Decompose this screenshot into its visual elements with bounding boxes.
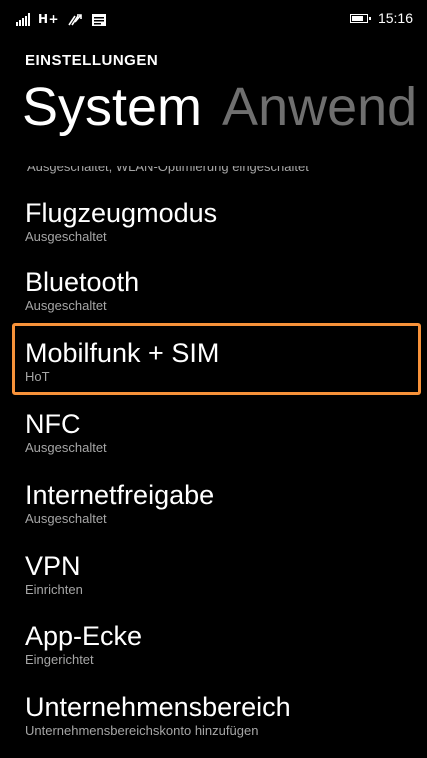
status-bar-left: H+ [16, 12, 107, 26]
pivot-header: System Anwend [22, 76, 427, 138]
settings-item-title: Bluetooth [25, 267, 140, 297]
status-bar: H+ 15:16 [0, 0, 427, 40]
settings-item-unternehmensbereich[interactable]: Unternehmensbereich Unternehmensbereichs… [25, 691, 415, 739]
network-type: H+ [38, 12, 60, 26]
settings-item-title: NFC [25, 409, 81, 439]
settings-item-subtitle: Ausgeschaltet [25, 298, 107, 313]
settings-item-internetfreigabe[interactable]: Internetfreigabe Ausgeschaltet [25, 479, 415, 527]
settings-item-bluetooth[interactable]: Bluetooth Ausgeschaltet [25, 266, 415, 314]
settings-item-subtitle: HoT [25, 369, 50, 384]
settings-item-title: VPN [25, 551, 81, 581]
message-icon [91, 12, 107, 26]
pivot-anwendungen[interactable]: Anwend [222, 76, 417, 138]
settings-item-title: Flugzeugmodus [25, 198, 218, 228]
clock: 15:16 [377, 10, 413, 26]
wlan-item-subtitle[interactable]: Ausgeschaltet, WLAN-Optimierung eingesch… [27, 166, 309, 176]
settings-item-title: Mobilfunk + SIM [25, 338, 220, 368]
data-sync-icon [67, 12, 83, 26]
app-title: EINSTELLUNGEN [25, 52, 159, 69]
settings-item-mobilfunk-sim[interactable]: Mobilfunk + SIM HoT [25, 337, 415, 385]
settings-item-subtitle: Ausgeschaltet [25, 511, 107, 526]
settings-item-subtitle: Einrichten [25, 582, 83, 597]
settings-item-subtitle: Ausgeschaltet [25, 440, 107, 455]
settings-item-title: Internetfreigabe [25, 480, 215, 510]
settings-item-vpn[interactable]: VPN Einrichten [25, 550, 415, 598]
battery-icon [349, 13, 371, 23]
settings-item-subtitle: Eingerichtet [25, 652, 94, 667]
settings-item-flugzeugmodus[interactable]: Flugzeugmodus Ausgeschaltet [25, 197, 415, 245]
settings-item-title: Unternehmensbereich [25, 692, 291, 722]
settings-item-nfc[interactable]: NFC Ausgeschaltet [25, 408, 415, 456]
phone-screen: H+ 15:16 EINSTELLUNGEN System Anwend Aus… [0, 0, 427, 758]
signal-icon [16, 12, 30, 26]
settings-item-subtitle: Unternehmensbereichskonto hinzufügen [25, 723, 259, 738]
settings-item-subtitle: Ausgeschaltet [25, 229, 107, 244]
settings-item-app-ecke[interactable]: App-Ecke Eingerichtet [25, 620, 415, 668]
pivot-system[interactable]: System [22, 76, 202, 138]
settings-item-title: App-Ecke [25, 621, 143, 651]
status-bar-right: 15:16 [349, 10, 413, 26]
